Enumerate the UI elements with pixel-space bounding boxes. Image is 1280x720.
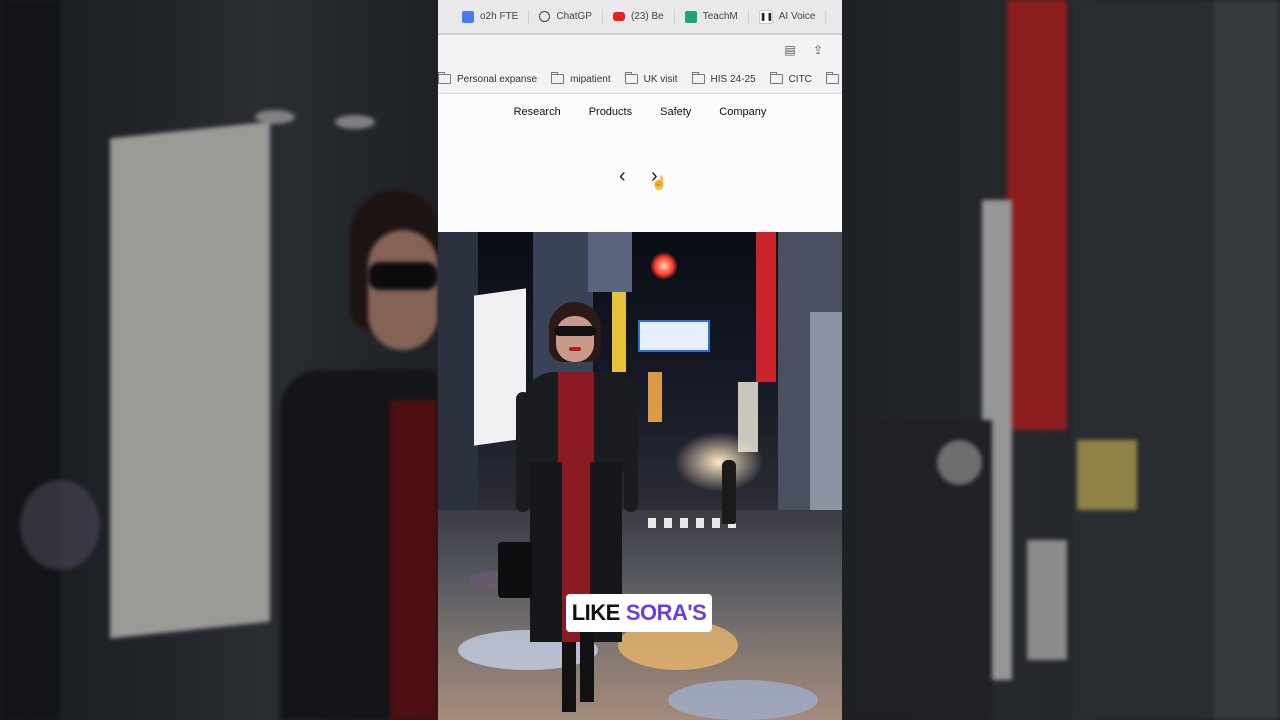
reader-icon[interactable]: ▤ [784, 43, 796, 57]
folder-icon [691, 72, 705, 84]
blurred-backdrop-right [842, 0, 1280, 720]
bookmark-label: UK visit [643, 73, 678, 85]
bookmark-his-24-25[interactable]: HIS 24-25 [691, 72, 756, 85]
site-nav: Research Products Safety Company [438, 94, 842, 130]
tab-youtube[interactable]: (23) Be [603, 9, 675, 24]
nav-research[interactable]: Research [514, 106, 561, 118]
folder-icon [825, 72, 839, 84]
folder-icon [551, 72, 565, 84]
woman [498, 302, 646, 720]
tab-label: (23) Be [630, 11, 664, 22]
bookmark-uk-visit[interactable]: UK visit [624, 72, 678, 85]
browser-toolbar: ▤ ⇪ [438, 35, 842, 65]
blurred-backdrop-left [0, 0, 438, 720]
bookmark-mipatient[interactable]: mipatient [551, 72, 611, 85]
caption-accent-text: SORA'S [625, 600, 707, 625]
youtube-icon [612, 12, 625, 21]
distant-light [648, 372, 662, 422]
bookmark-label: CITC [788, 73, 812, 85]
building-top [588, 232, 632, 292]
glow [674, 432, 764, 492]
carousel-controls: ‹ › ☝ [438, 130, 842, 232]
video-frame: LIKE SORA'S [438, 232, 842, 720]
nav-products[interactable]: Products [589, 106, 632, 118]
bookmark-label: Personal expanse [457, 73, 538, 85]
building-facade [810, 312, 842, 512]
tab-label: AI Voice [778, 11, 816, 22]
tab-ai-voice[interactable]: ❚❚ AI Voice [749, 9, 827, 24]
tab-chatgpt[interactable]: ChatGP [529, 9, 603, 24]
hand-cursor-icon: ☝ [651, 175, 668, 190]
browser-window: o2h FTE ChatGP (23) Be TeachM ❚❚ AI Voic… [438, 0, 842, 232]
building-left [438, 232, 478, 532]
puddle [668, 680, 818, 720]
bookmarks-bar: Personal expanse mipatient UK visit HIS … [438, 65, 842, 94]
blue-sign [638, 320, 710, 352]
tab-label: o2h FTE [480, 11, 519, 22]
tab-label: TeachM [702, 11, 738, 22]
folder-icon [438, 72, 451, 84]
openai-icon [539, 11, 551, 22]
caption-text: LIKE [571, 600, 621, 625]
folder-icon [624, 72, 638, 84]
tab-teachm[interactable]: TeachM [675, 9, 749, 24]
bookmark-citc[interactable]: CITC [769, 72, 812, 85]
pause-icon: ❚❚ [758, 9, 773, 24]
doc-icon [462, 10, 474, 23]
tab-label: ChatGP [556, 11, 592, 22]
pedestrian [722, 460, 736, 524]
bookmark-label: mipatient [570, 73, 611, 85]
video-caption: LIKE SORA'S [566, 594, 712, 632]
red-vertical-sign [756, 232, 776, 382]
nav-safety[interactable]: Safety [660, 106, 691, 118]
nav-company[interactable]: Company [719, 106, 766, 118]
teach-icon [684, 10, 697, 23]
bookmark-label: HIS 24-25 [710, 73, 756, 85]
tab-o2h[interactable]: o2h FTE [452, 9, 530, 24]
street-lamp [650, 252, 678, 280]
tab-bar: o2h FTE ChatGP (23) Be TeachM ❚❚ AI Voic… [438, 0, 842, 35]
chevron-left-icon[interactable]: ‹ [619, 166, 626, 186]
bookmark-de[interactable]: De [825, 72, 842, 85]
folder-icon [769, 72, 783, 84]
share-icon[interactable]: ⇪ [812, 43, 824, 57]
bookmark-personal-expanse[interactable]: Personal expanse [438, 72, 538, 85]
